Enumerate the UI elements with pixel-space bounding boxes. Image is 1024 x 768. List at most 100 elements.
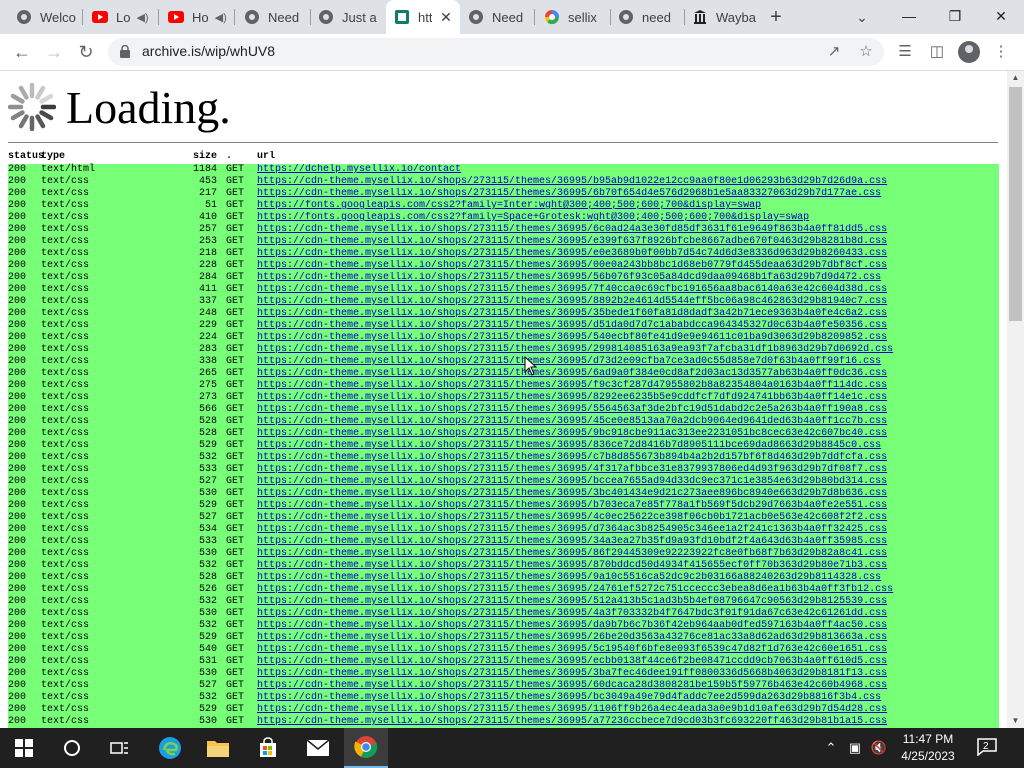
- cell-url-link[interactable]: https://cdn-theme.mysellix.io/shops/2731…: [257, 260, 999, 272]
- cell-url-link[interactable]: https://cdn-theme.mysellix.io/shops/2731…: [257, 320, 999, 332]
- window-close-icon[interactable]: ✕: [978, 0, 1024, 32]
- media-control-icon[interactable]: ☰: [894, 41, 916, 63]
- mail-icon[interactable]: [296, 728, 340, 768]
- tab-4[interactable]: Need: [236, 0, 310, 34]
- tab-6[interactable]: htt ✕: [386, 0, 460, 34]
- cell-url-link[interactable]: https://cdn-theme.mysellix.io/shops/2731…: [257, 248, 999, 260]
- cell-url-link[interactable]: https://cdn-theme.mysellix.io/shops/2731…: [257, 368, 999, 380]
- cell-url-link[interactable]: https://cdn-theme.mysellix.io/shops/2731…: [257, 488, 999, 500]
- cell-url-link[interactable]: https://cdn-theme.mysellix.io/shops/2731…: [257, 668, 999, 680]
- cell-url-link[interactable]: https://cdn-theme.mysellix.io/shops/2731…: [257, 356, 999, 368]
- share-icon[interactable]: ↗: [824, 42, 844, 62]
- tab-8[interactable]: sellix: [536, 0, 610, 34]
- tab-9[interactable]: need: [610, 0, 684, 34]
- cell-url-link[interactable]: https://cdn-theme.mysellix.io/shops/2731…: [257, 500, 999, 512]
- cell-url-link[interactable]: https://cdn-theme.mysellix.io/shops/2731…: [257, 584, 999, 596]
- new-tab-plus-icon[interactable]: +: [766, 7, 786, 27]
- cell-url-link[interactable]: https://cdn-theme.mysellix.io/shops/2731…: [257, 548, 999, 560]
- search-circle-icon[interactable]: [50, 728, 94, 768]
- vertical-scrollbar[interactable]: ▲ ▼: [1007, 71, 1024, 728]
- file-explorer-icon[interactable]: [196, 728, 240, 768]
- cell-url-link[interactable]: https://cdn-theme.mysellix.io/shops/2731…: [257, 524, 999, 536]
- task-view-icon[interactable]: [98, 728, 142, 768]
- cell-url-link[interactable]: https://cdn-theme.mysellix.io/shops/2731…: [257, 236, 999, 248]
- tab-1[interactable]: Welco: [8, 0, 82, 34]
- scroll-thumb[interactable]: [1009, 87, 1022, 321]
- cell-type: text/css: [41, 272, 90, 283]
- cell-url-link[interactable]: https://cdn-theme.mysellix.io/shops/2731…: [257, 452, 999, 464]
- cell-url-link[interactable]: https://cdn-theme.mysellix.io/shops/2731…: [257, 428, 999, 440]
- cell-url-link[interactable]: https://cdn-theme.mysellix.io/shops/2731…: [257, 632, 999, 644]
- scroll-down-arrow-icon[interactable]: ▼: [1007, 714, 1024, 728]
- reload-icon[interactable]: ↻: [74, 40, 98, 64]
- cell-url-link[interactable]: https://cdn-theme.mysellix.io/shops/2731…: [257, 464, 999, 476]
- cell-url-link[interactable]: https://cdn-theme.mysellix.io/shops/2731…: [257, 296, 999, 308]
- microsoft-store-icon[interactable]: [246, 728, 290, 768]
- restore-icon[interactable]: ❐: [932, 0, 978, 32]
- tab-5[interactable]: Just a: [310, 0, 384, 34]
- cell-url-link[interactable]: https://cdn-theme.mysellix.io/shops/2731…: [257, 512, 999, 524]
- tab-close-icon[interactable]: ✕: [438, 9, 454, 25]
- tab-10[interactable]: Wayba: [684, 0, 758, 34]
- windows-start-icon[interactable]: [2, 728, 46, 768]
- cell-type: text/css: [41, 584, 90, 595]
- cell-url-link[interactable]: https://fonts.googleapis.com/css2?family…: [257, 212, 999, 224]
- show-hidden-icons-chevron-icon[interactable]: ⌃: [822, 738, 840, 758]
- cell-url-link[interactable]: https://fonts.googleapis.com/css2?family…: [257, 200, 999, 212]
- cell-url-link[interactable]: https://cdn-theme.mysellix.io/shops/2731…: [257, 392, 999, 404]
- cell-url-link[interactable]: https://cdn-theme.mysellix.io/shops/2731…: [257, 344, 999, 356]
- cell-url-link[interactable]: https://cdn-theme.mysellix.io/shops/2731…: [257, 404, 999, 416]
- forward-icon[interactable]: →: [42, 40, 66, 64]
- tab-search-chevron-icon[interactable]: ⌄: [852, 7, 872, 27]
- tab-7[interactable]: Need: [460, 0, 534, 34]
- chrome-browser-icon[interactable]: [344, 728, 388, 768]
- edge-browser-icon[interactable]: [148, 728, 192, 768]
- menu-kebab-icon[interactable]: ⋮: [990, 41, 1012, 63]
- cell-url-link[interactable]: https://cdn-theme.mysellix.io/shops/2731…: [257, 308, 999, 320]
- cell-url-link[interactable]: https://cdn-theme.mysellix.io/shops/2731…: [257, 284, 999, 296]
- cell-url-link[interactable]: https://cdn-theme.mysellix.io/shops/2731…: [257, 716, 999, 728]
- speaker-icon[interactable]: ◀): [215, 11, 227, 24]
- cell-url-link[interactable]: https://cdn-theme.mysellix.io/shops/2731…: [257, 224, 999, 236]
- cell-url-link[interactable]: https://cdn-theme.mysellix.io/shops/2731…: [257, 680, 999, 692]
- cell-method: GET: [226, 404, 245, 415]
- cell-url-link[interactable]: https://cdn-theme.mysellix.io/shops/2731…: [257, 704, 999, 716]
- lock-icon[interactable]: [120, 45, 130, 58]
- cell-url-link[interactable]: https://cdn-theme.mysellix.io/shops/2731…: [257, 272, 999, 284]
- cell-url-link[interactable]: https://cdn-theme.mysellix.io/shops/2731…: [257, 176, 999, 188]
- tab-3[interactable]: Ho ◀): [160, 0, 234, 34]
- back-icon[interactable]: ←: [10, 40, 34, 64]
- cell-url-link[interactable]: https://cdn-theme.mysellix.io/shops/2731…: [257, 608, 999, 620]
- volume-muted-icon[interactable]: 🔇: [870, 738, 888, 758]
- network-icon[interactable]: ▣: [846, 738, 864, 758]
- side-panel-icon[interactable]: ◫: [926, 41, 948, 63]
- address-bar[interactable]: archive.is/wip/whUV8 ↗ ☆: [108, 38, 884, 66]
- cell-url-link[interactable]: https://cdn-theme.mysellix.io/shops/2731…: [257, 620, 999, 632]
- speaker-icon[interactable]: ◀): [136, 11, 148, 24]
- cell-url-link[interactable]: https://dchelp.mysellix.io/contact: [257, 164, 999, 176]
- profile-avatar-icon[interactable]: [958, 41, 980, 63]
- cell-url-link[interactable]: https://cdn-theme.mysellix.io/shops/2731…: [257, 536, 999, 548]
- cell-url-link[interactable]: https://cdn-theme.mysellix.io/shops/2731…: [257, 416, 999, 428]
- cell-url-link[interactable]: https://cdn-theme.mysellix.io/shops/2731…: [257, 380, 999, 392]
- url-text[interactable]: archive.is/wip/whUV8: [142, 43, 275, 59]
- cell-url-link[interactable]: https://cdn-theme.mysellix.io/shops/2731…: [257, 644, 999, 656]
- cell-url-link[interactable]: https://cdn-theme.mysellix.io/shops/2731…: [257, 332, 999, 344]
- cell-status: 200: [8, 572, 27, 583]
- cell-url-link[interactable]: https://cdn-theme.mysellix.io/shops/2731…: [257, 188, 999, 200]
- cell-url-link[interactable]: https://cdn-theme.mysellix.io/shops/2731…: [257, 440, 999, 452]
- cell-url-link[interactable]: https://cdn-theme.mysellix.io/shops/2731…: [257, 596, 999, 608]
- notification-center-icon[interactable]: 2: [976, 738, 998, 758]
- cell-url-link[interactable]: https://cdn-theme.mysellix.io/shops/2731…: [257, 572, 999, 584]
- minimize-icon[interactable]: —: [886, 0, 932, 32]
- spinner-spoke: [39, 93, 54, 104]
- tab-2[interactable]: Lo ◀): [84, 0, 158, 34]
- scroll-up-arrow-icon[interactable]: ▲: [1007, 71, 1024, 85]
- cell-url-link[interactable]: https://cdn-theme.mysellix.io/shops/2731…: [257, 692, 999, 704]
- bookmark-star-icon[interactable]: ☆: [856, 42, 876, 62]
- cell-size: 530: [198, 716, 217, 727]
- cell-url-link[interactable]: https://cdn-theme.mysellix.io/shops/2731…: [257, 560, 999, 572]
- cell-url-link[interactable]: https://cdn-theme.mysellix.io/shops/2731…: [257, 476, 999, 488]
- system-clock[interactable]: 11:47 PM 4/25/2023: [888, 731, 968, 765]
- cell-url-link[interactable]: https://cdn-theme.mysellix.io/shops/2731…: [257, 656, 999, 668]
